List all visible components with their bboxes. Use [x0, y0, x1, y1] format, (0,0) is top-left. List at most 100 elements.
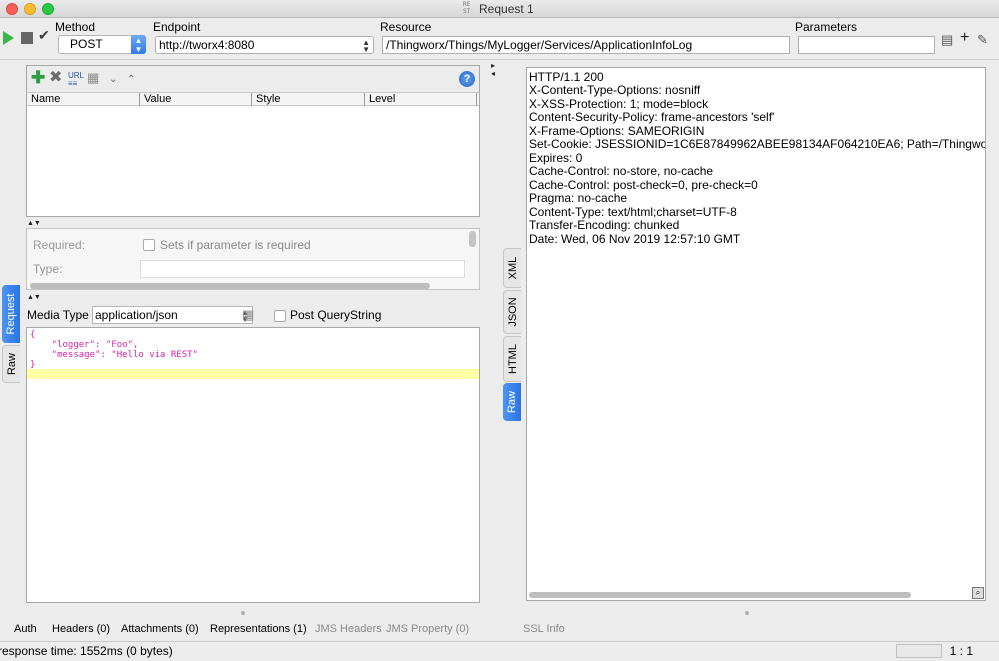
required-checkbox[interactable]: [143, 239, 155, 251]
type-field[interactable]: [140, 260, 465, 278]
method-label: Method: [55, 20, 96, 34]
tab-raw-response-label: Raw: [506, 390, 518, 414]
splitter-arrows-icon[interactable]: ▲▼: [27, 220, 41, 227]
post-querystring-checkbox[interactable]: [274, 310, 286, 322]
parameters-label: Parameters: [795, 20, 858, 34]
help-icon[interactable]: ?: [459, 71, 475, 87]
tab-json-label: JSON: [506, 297, 519, 327]
resource-label: Resource: [380, 20, 432, 34]
format-icon[interactable]: ▦: [242, 307, 254, 323]
required-label: Required:: [33, 238, 86, 252]
rest-doc-icon: RE ST: [463, 1, 471, 15]
body-line: "logger": "Foo",: [30, 340, 139, 350]
tab-request[interactable]: Request: [2, 285, 20, 343]
tab-auth[interactable]: Auth: [14, 623, 37, 635]
parameters-toolbar: ✚ ✖ URL ≡≡ ▦ ⌄ ⌃ ?: [27, 66, 479, 92]
col-name[interactable]: Name: [27, 93, 140, 106]
response-line: Date: Wed, 06 Nov 2019 12:57:10 GMT: [529, 232, 741, 246]
panel-divider-arrows-icon[interactable]: ▸ ◂: [491, 62, 495, 78]
tab-headers[interactable]: Headers (0): [52, 623, 110, 635]
pencil-icon[interactable]: ✎: [977, 32, 988, 48]
tab-xml[interactable]: XML: [503, 248, 521, 288]
media-type-select[interactable]: application/json ▲ ▼: [92, 306, 253, 324]
parameters-table-header: Name Value Style Level: [27, 92, 479, 106]
close-window-button[interactable]: [6, 3, 18, 15]
cursor-position: 1 : 1: [949, 644, 973, 658]
check-icon[interactable]: ✔: [38, 27, 50, 44]
remove-parameter-icon[interactable]: ✖: [49, 70, 62, 86]
tab-representations[interactable]: Representations (1): [210, 623, 307, 635]
col-value[interactable]: Value: [140, 93, 252, 106]
media-type-label: Media Type: [27, 308, 89, 322]
tab-request-label: Request: [5, 293, 17, 335]
tab-attachments[interactable]: Attachments (0): [121, 623, 199, 635]
body-line: {: [30, 330, 36, 340]
table-icon[interactable]: ▦: [87, 70, 99, 86]
tab-jms-property[interactable]: JMS Property (0): [386, 623, 469, 635]
method-value: POST: [70, 37, 103, 51]
bottom-tabs: Auth Headers (0) Attachments (0) Represe…: [0, 620, 999, 640]
tab-jms-headers[interactable]: JMS Headers: [315, 623, 382, 635]
move-down-icon[interactable]: ⌄: [109, 72, 117, 88]
parameters-input[interactable]: [798, 36, 935, 54]
tab-json[interactable]: JSON: [503, 290, 521, 334]
response-line: Content-Security-Policy: frame-ancestors…: [529, 110, 775, 124]
resource-value: /Thingworx/Things/MyLogger/Services/Appl…: [386, 38, 693, 52]
response-line: Transfer-Encoding: chunked: [529, 218, 680, 232]
details-horizontal-scrollbar[interactable]: [30, 283, 430, 289]
url-icon[interactable]: URL ≡≡: [68, 72, 84, 88]
tab-ssl-info[interactable]: SSL Info: [523, 623, 565, 635]
stop-request-icon[interactable]: [21, 32, 33, 44]
parameter-editor-icon[interactable]: ▤: [941, 32, 953, 48]
post-querystring-label: Post QueryString: [290, 308, 382, 322]
endpoint-combo[interactable]: http://tworx4:8080 ▲ ▼: [155, 36, 374, 54]
response-horizontal-scrollbar[interactable]: [529, 592, 911, 598]
tab-raw-request[interactable]: Raw: [2, 345, 20, 383]
response-raw-view[interactable]: HTTP/1.1 200 X-Content-Type-Options: nos…: [526, 67, 986, 601]
required-checkbox-label: Sets if parameter is required: [160, 238, 311, 252]
tab-raw-request-label: Raw: [5, 352, 18, 376]
parameters-table: ✚ ✖ URL ≡≡ ▦ ⌄ ⌃ ? Name Value Style Level: [26, 65, 480, 217]
media-type-row: Media Type application/json ▲ ▼ ▦ Post Qu…: [26, 306, 480, 326]
status-bar: response time: 1552ms (0 bytes) 1 : 1: [0, 641, 999, 661]
title-bar: RE ST Request 1: [0, 0, 999, 18]
tab-raw-response[interactable]: Raw: [503, 383, 521, 421]
add-icon[interactable]: +: [960, 29, 969, 47]
body-line: }: [30, 360, 36, 370]
resource-input[interactable]: /Thingworx/Things/MyLogger/Services/Appl…: [382, 36, 790, 54]
add-parameter-icon[interactable]: ✚: [31, 69, 45, 86]
response-line: Set-Cookie: JSESSIONID=1C6E87849962ABEE9…: [529, 137, 986, 151]
endpoint-label: Endpoint: [153, 20, 201, 34]
splitter-arrows-icon[interactable]: ▲▼: [27, 294, 41, 301]
response-time: response time: 1552ms (0 bytes): [0, 644, 173, 658]
method-select[interactable]: POST ▲ ▼: [58, 35, 146, 54]
response-line: Cache-Control: no-store, no-cache: [529, 164, 714, 178]
chevron-updown-icon: ▲ ▼: [362, 38, 370, 54]
media-type-value: application/json: [95, 308, 178, 322]
col-style[interactable]: Style: [252, 93, 365, 106]
move-up-icon[interactable]: ⌃: [127, 72, 135, 88]
run-request-icon[interactable]: [3, 31, 14, 45]
col-level[interactable]: Level: [365, 93, 477, 106]
current-line-highlight: [27, 369, 479, 379]
resize-handle[interactable]: [745, 611, 749, 615]
tab-html-label: HTML: [506, 344, 519, 374]
search-icon[interactable]: ⌕: [972, 587, 984, 599]
parameter-details: Required: Sets if parameter is required …: [26, 228, 480, 290]
resize-handle[interactable]: [241, 611, 245, 615]
request-toolbar: ✔ Method POST ▲ ▼ Endpoint http://tworx4:…: [0, 18, 999, 60]
window-title: Request 1: [479, 2, 534, 16]
response-line: Pragma: no-cache: [529, 191, 628, 205]
tab-html[interactable]: HTML: [503, 336, 521, 382]
minimize-window-button[interactable]: [24, 3, 36, 15]
type-label: Type:: [33, 262, 63, 276]
request-panel: ✚ ✖ URL ≡≡ ▦ ⌄ ⌃ ? Name Value Style Level…: [26, 65, 480, 603]
status-cell: [896, 644, 942, 658]
details-vertical-scrollbar[interactable]: [469, 231, 476, 247]
zoom-window-button[interactable]: [42, 3, 54, 15]
response-line: X-Content-Type-Options: nosniff: [529, 83, 701, 97]
body-line: "message": "Hello via REST": [30, 350, 198, 360]
endpoint-value: http://tworx4:8080: [159, 38, 255, 52]
request-body-editor[interactable]: { "logger": "Foo", "message": "Hello via…: [26, 327, 480, 603]
tab-xml-label: XML: [506, 256, 519, 280]
